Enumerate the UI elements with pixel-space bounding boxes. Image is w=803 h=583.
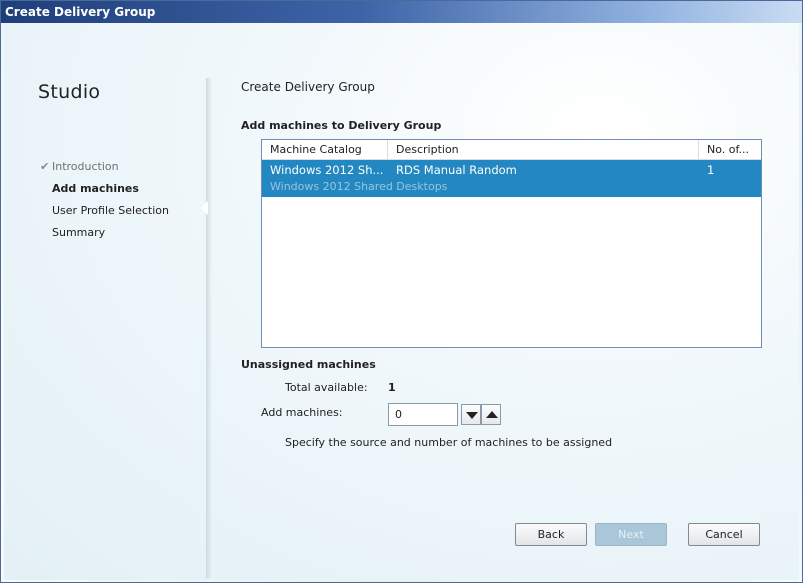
page-title: Create Delivery Group xyxy=(241,80,375,94)
step-summary[interactable]: Summary xyxy=(40,222,169,244)
active-step-pointer-icon xyxy=(201,201,208,215)
unassigned-title: Unassigned machines xyxy=(241,358,376,371)
add-machines-input[interactable]: 0 xyxy=(388,403,458,426)
table-row[interactable]: Windows 2012 Sh... RDS Manual Random 1 W… xyxy=(262,160,761,197)
step-label: Add machines xyxy=(52,182,139,195)
wizard-sidebar: Studio ✔ Introduction Add machines User … xyxy=(4,23,206,580)
window-titlebar: Create Delivery Group xyxy=(1,1,802,23)
step-user-profile-selection[interactable]: User Profile Selection xyxy=(40,200,169,222)
increment-button[interactable] xyxy=(481,404,501,425)
column-header-description[interactable]: Description xyxy=(388,140,699,160)
cell-count: 1 xyxy=(707,163,715,177)
column-header-machine-catalog[interactable]: Machine Catalog xyxy=(262,140,388,160)
app-name: Studio xyxy=(38,81,101,103)
step-introduction[interactable]: ✔ Introduction xyxy=(40,156,169,178)
check-icon: ✔ xyxy=(40,160,50,173)
machine-catalog-table[interactable]: Machine Catalog Description No. of... Wi… xyxy=(261,139,762,348)
add-machines-label: Add machines: xyxy=(261,406,343,419)
sidebar-divider xyxy=(206,78,212,578)
cell-machine-catalog: Windows 2012 Sh... xyxy=(270,163,384,177)
decrement-button[interactable] xyxy=(461,404,481,425)
step-label: Summary xyxy=(52,226,106,239)
step-label: User Profile Selection xyxy=(52,204,169,217)
wizard-body: Studio ✔ Introduction Add machines User … xyxy=(4,23,799,580)
total-available-label: Total available: xyxy=(285,381,368,394)
step-add-machines[interactable]: Add machines xyxy=(40,178,169,200)
arrow-up-icon xyxy=(486,411,498,418)
table-row-main: Windows 2012 Sh... RDS Manual Random 1 xyxy=(262,160,761,180)
column-header-count[interactable]: No. of... xyxy=(699,140,761,160)
table-header: Machine Catalog Description No. of... xyxy=(262,140,761,160)
cell-description: RDS Manual Random xyxy=(396,163,517,177)
cell-subtitle: Windows 2012 Shared Desktops xyxy=(270,180,448,193)
wizard-steps: ✔ Introduction Add machines User Profile… xyxy=(40,156,169,244)
next-button[interactable]: Next xyxy=(595,523,667,546)
arrow-down-icon xyxy=(466,412,478,419)
cancel-button[interactable]: Cancel xyxy=(688,523,760,546)
back-button[interactable]: Back xyxy=(515,523,587,546)
create-delivery-group-window: Create Delivery Group Studio ✔ Introduct… xyxy=(0,0,803,583)
step-label: Introduction xyxy=(52,160,119,173)
add-machines-hint: Specify the source and number of machine… xyxy=(285,436,613,449)
total-available-value: 1 xyxy=(388,381,396,394)
section-title: Add machines to Delivery Group xyxy=(241,119,442,132)
